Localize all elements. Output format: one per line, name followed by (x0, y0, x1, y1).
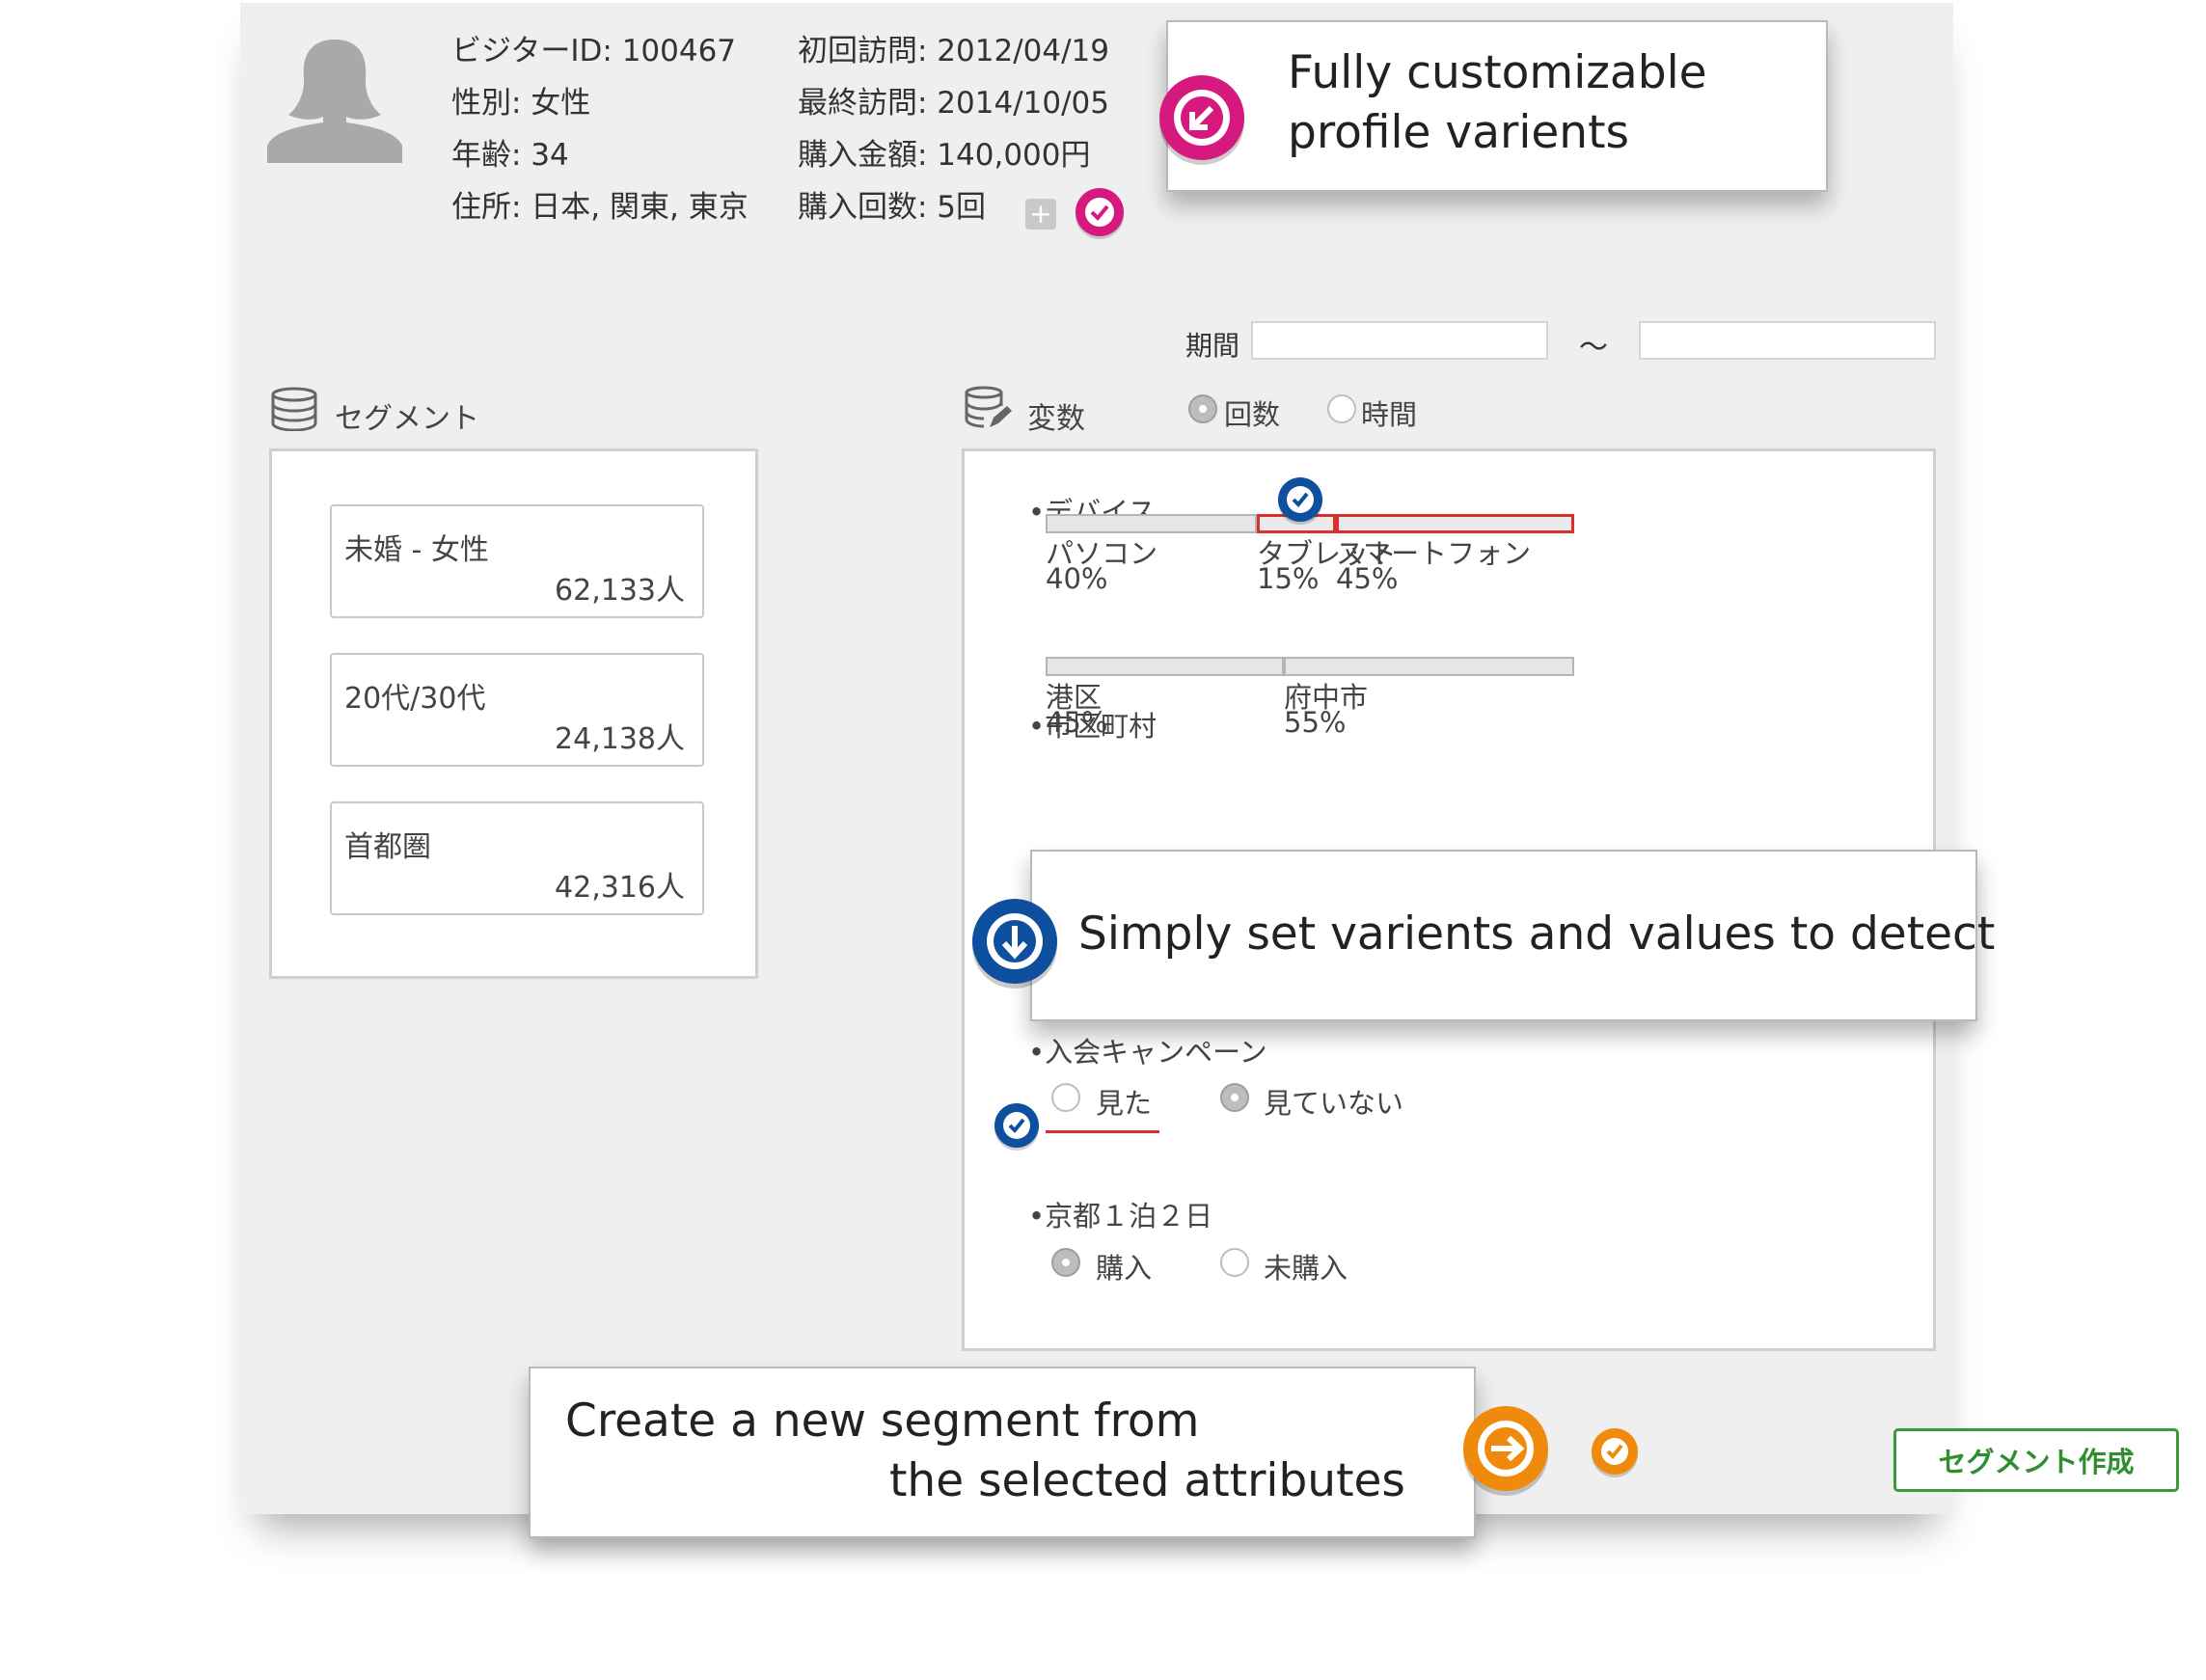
segment-count: 62,133人 (555, 574, 685, 608)
age: 年齢: 34 (451, 138, 569, 173)
callout-create-line2: the selected attributes (889, 1454, 1405, 1507)
kyoto-purchased-radio[interactable] (1051, 1248, 1080, 1277)
check-icon (994, 1103, 1039, 1151)
callout-create-line1: Create a new segment from (565, 1395, 1200, 1448)
variables-title: 変数 (1027, 402, 1085, 436)
campaign-label: •入会キャンペーン (1028, 1036, 1267, 1069)
mode-time-radio[interactable] (1327, 394, 1356, 423)
visitor-id: ビジターID: 100467 (451, 34, 737, 68)
check-icon (1592, 1428, 1638, 1477)
period-label: 期間 (1185, 330, 1240, 362)
period-from-input[interactable] (1251, 321, 1548, 360)
segment-name: 首都圏 (344, 830, 431, 864)
add-profile-field-button[interactable]: + (1025, 199, 1056, 230)
kyoto-notpurchased-label: 未購入 (1264, 1252, 1348, 1285)
segment-card[interactable]: 首都圏 42,316人 (330, 801, 704, 915)
segment-title: セグメント (335, 402, 479, 436)
address: 住所: 日本, 関東, 東京 (451, 190, 749, 225)
gender: 性別: 女性 (451, 86, 591, 121)
variable-bar-segment[interactable] (1046, 657, 1284, 676)
callout-profile-line2: profile varients (1288, 106, 1630, 159)
kyoto-label: •京都１泊２日 (1028, 1200, 1213, 1233)
campaign-seen-label: 見た (1096, 1087, 1153, 1120)
mode-count-radio[interactable] (1188, 394, 1217, 423)
segment-count: 24,138人 (555, 722, 685, 756)
segment-list: 未婚 - 女性 62,133人 20代/30代 24,138人 首都圏 42,3… (269, 448, 758, 979)
first-visit: 初回訪問: 2012/04/19 (798, 34, 1109, 68)
category-percent: 45% (1046, 706, 1108, 739)
kyoto-notpurchased-radio[interactable] (1220, 1248, 1249, 1277)
arrow-right-icon (1463, 1406, 1548, 1496)
campaign-seen-radio[interactable] (1051, 1083, 1080, 1112)
segment-name: 未婚 - 女性 (344, 533, 489, 567)
database-icon (271, 387, 317, 431)
variable-bar-segment[interactable] (1336, 514, 1574, 533)
category-percent: 15% (1257, 562, 1320, 595)
purchase-amount: 購入金額: 140,000円 (798, 138, 1091, 173)
campaign-notseen-label: 見ていない (1264, 1087, 1404, 1120)
callout-detect: Simply set varients and values to detect (1030, 850, 1995, 1021)
segment-card[interactable]: 20代/30代 24,138人 (330, 653, 704, 767)
campaign-notseen-radio[interactable] (1220, 1083, 1249, 1112)
category-percent: 55% (1284, 706, 1347, 739)
period-separator: 〜 (1579, 331, 1608, 365)
database-edit-icon (965, 386, 1012, 428)
category-percent: 40% (1046, 562, 1108, 595)
callout-create: Create a new segment from the selected a… (529, 1367, 1476, 1538)
callout-profile: Fully customizable profile varients (1166, 20, 1828, 192)
segment-card[interactable]: 未婚 - 女性 62,133人 (330, 504, 704, 618)
variable-bar-segment[interactable] (1046, 514, 1257, 533)
check-icon (1076, 188, 1124, 239)
check-icon (1278, 477, 1322, 525)
purchase-count: 購入回数: 5回 (798, 190, 987, 225)
arrow-down-icon (972, 899, 1057, 989)
arrow-down-left-icon (1159, 75, 1244, 165)
create-segment-button[interactable]: セグメント作成 (1893, 1428, 2179, 1492)
mode-time-label: 時間 (1361, 398, 1418, 431)
variable-bar-segment[interactable] (1284, 657, 1574, 676)
callout-detect-text: Simply set varients and values to detect (1078, 908, 1996, 961)
category-percent: 45% (1336, 562, 1399, 595)
last-visit: 最終訪問: 2014/10/05 (798, 86, 1109, 121)
selection-underline (1046, 1130, 1159, 1133)
callout-profile-line1: Fully customizable (1288, 46, 1707, 99)
segment-count: 42,316人 (555, 871, 685, 905)
segment-name: 20代/30代 (344, 682, 486, 716)
avatar-icon (267, 40, 402, 163)
kyoto-purchased-label: 購入 (1096, 1252, 1153, 1285)
period-to-input[interactable] (1639, 321, 1936, 360)
mode-count-label: 回数 (1224, 398, 1281, 431)
